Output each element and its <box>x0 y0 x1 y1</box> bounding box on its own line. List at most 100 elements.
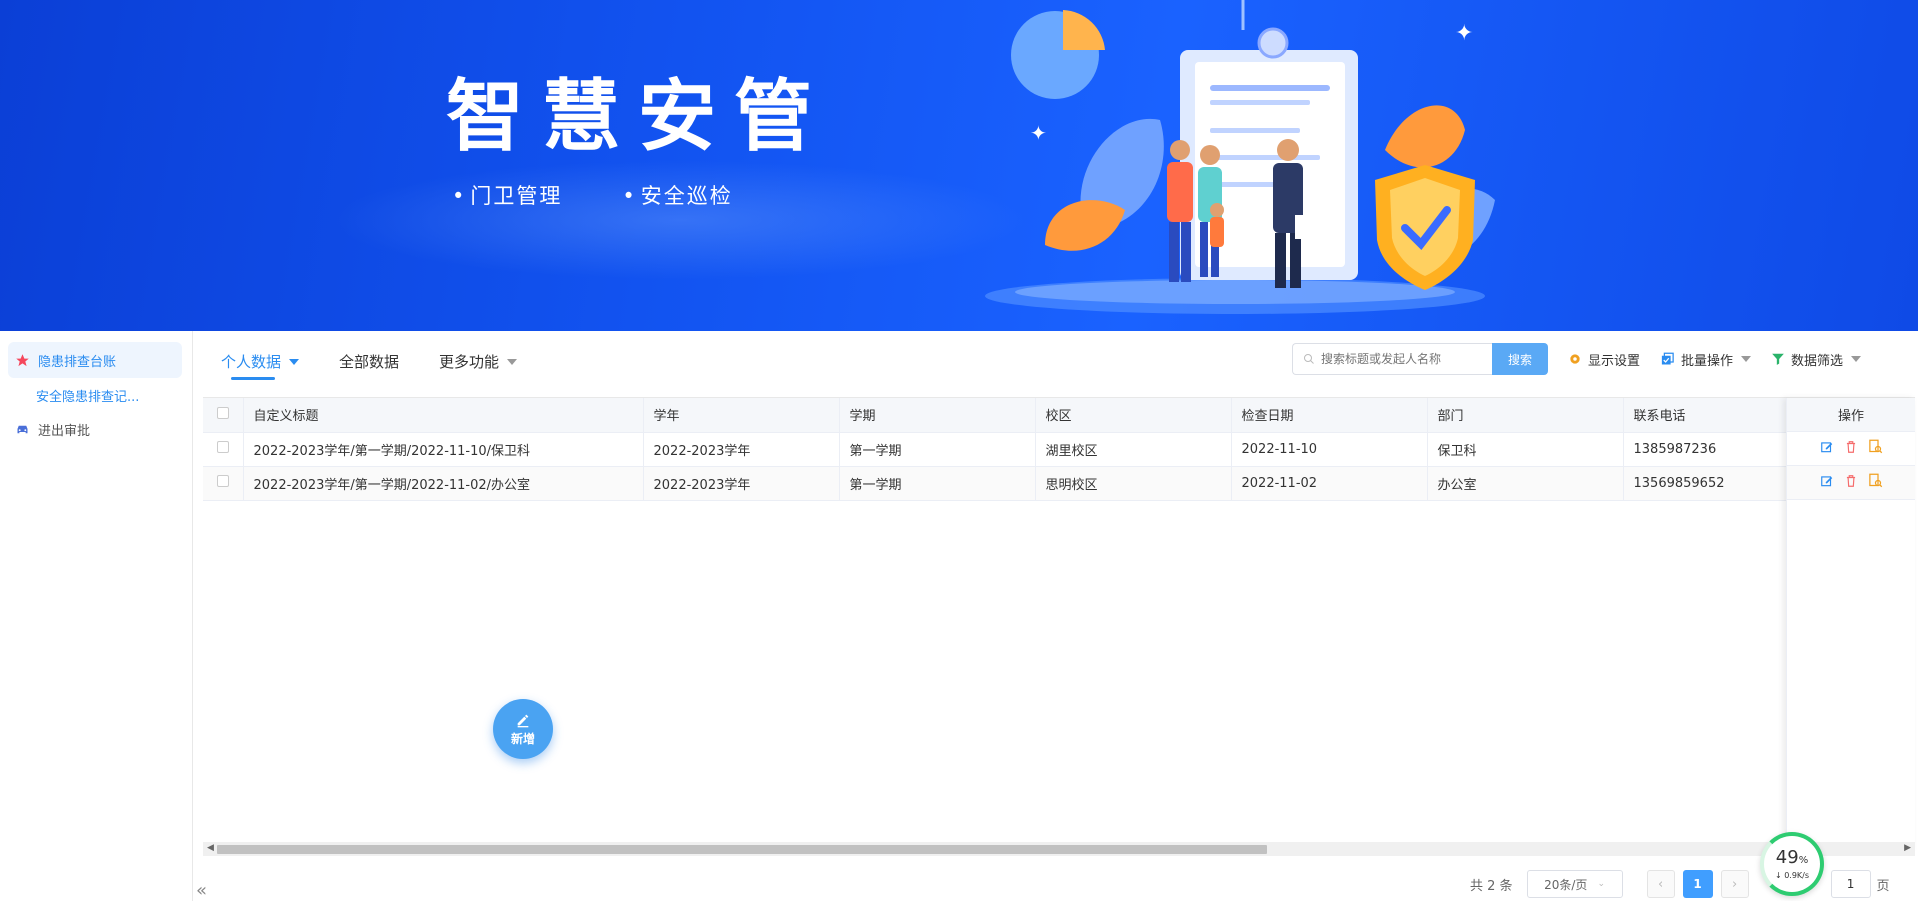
column-header[interactable]: 学年 <box>643 398 840 433</box>
delete-icon[interactable] <box>1844 474 1858 492</box>
cell-year: 2022-2023学年 <box>643 432 840 467</box>
display-settings-button[interactable]: 显示设置 <box>1568 350 1640 369</box>
tab-more-functions[interactable]: 更多功能 <box>439 351 518 372</box>
cell-dept: 保卫科 <box>1427 432 1624 467</box>
tab-all-data[interactable]: 全部数据 <box>339 351 399 372</box>
add-new-label: 新增 <box>510 731 535 746</box>
page-number-current[interactable]: 1 <box>1682 870 1713 898</box>
svg-text:✦: ✦ <box>1030 121 1047 145</box>
pagination: 共 2 条 20条/页 ⌄ ‹ 1 › 1 页 <box>1470 870 1890 898</box>
svg-text:✦: ✦ <box>1455 21 1473 46</box>
percent-value: 49 <box>1775 847 1799 868</box>
network-speed-widget[interactable]: 49% ↓ 0.9K/s <box>1760 832 1824 896</box>
banner-subtitle: 门卫管理 <box>452 180 562 210</box>
view-record-icon[interactable] <box>1868 439 1883 458</box>
search-button[interactable]: 搜索 <box>1492 343 1548 375</box>
cell-campus: 思明校区 <box>1035 466 1232 501</box>
chevron-down-icon: ⌄ <box>1597 879 1605 889</box>
sidebar-subitem-hazard-records[interactable]: 安全隐患排查记... <box>36 385 139 405</box>
page-jump-input[interactable]: 1 <box>1830 870 1871 898</box>
add-new-button[interactable]: 新增 <box>493 699 553 759</box>
table-header-row: 自定义标题 学年 学期 校区 检查日期 部门 联系电话 <box>203 398 1820 433</box>
star-icon <box>14 352 30 368</box>
table-row[interactable]: 2022-2023学年/第一学期/2022-11-02/办公室 2022-202… <box>203 466 1820 501</box>
chevron-left-icon: ‹ <box>1657 876 1664 892</box>
page-size-select[interactable]: 20条/页 ⌄ <box>1526 870 1623 898</box>
banner-subtitle: 安全巡检 <box>622 180 732 210</box>
data-filter-button[interactable]: 数据筛选 <box>1771 350 1862 369</box>
network-percent: 49% <box>1776 848 1808 871</box>
batch-icon <box>1660 352 1675 367</box>
cell-title: 2022-2023学年/第一学期/2022-11-10/保卫科 <box>243 432 644 467</box>
search-icon <box>1304 354 1314 364</box>
cell-term: 第一学期 <box>839 466 1036 501</box>
column-header[interactable]: 学期 <box>839 398 1036 433</box>
cell-date: 2022-11-10 <box>1231 432 1428 467</box>
banner-subtitles: 门卫管理 安全巡检 <box>452 180 733 210</box>
page-suffix: 页 <box>1876 878 1890 894</box>
ops-column: 操作 <box>1786 398 1915 850</box>
column-header[interactable]: 自定义标题 <box>243 398 644 433</box>
batch-ops-button[interactable]: 批量操作 <box>1660 350 1752 369</box>
delete-icon[interactable] <box>1844 440 1858 458</box>
banner-illustration: ✦ ✦ <box>985 0 1495 314</box>
edit-icon[interactable] <box>1820 440 1834 458</box>
network-speed: ↓ 0.9K/s <box>1774 871 1810 880</box>
ops-row <box>1787 432 1915 466</box>
sidebar-item-label: 进出审批 <box>38 423 91 439</box>
tab-label: 更多功能 <box>439 353 500 371</box>
sidebar-item-label: 隐患排查台账 <box>38 354 117 370</box>
chevron-down-icon <box>1851 356 1862 362</box>
table-row[interactable]: 2022-2023学年/第一学期/2022-11-10/保卫科 2022-202… <box>203 432 1820 467</box>
search-box <box>1292 343 1492 375</box>
row-checkbox[interactable] <box>216 441 229 453</box>
scroll-right-icon[interactable]: ▶ <box>1904 843 1911 853</box>
banner: 智慧安管 门卫管理 安全巡检 ✦ ✦ <box>0 0 1918 331</box>
select-all-cell[interactable] <box>203 398 244 433</box>
chevron-right-icon: › <box>1731 876 1738 892</box>
sidebar-item-hazard-ledger[interactable]: 隐患排查台账 <box>8 342 182 378</box>
ops-header: 操作 <box>1787 398 1915 432</box>
gear-icon <box>1568 352 1582 366</box>
pencil-icon <box>517 714 529 727</box>
filter-icon <box>1771 352 1785 366</box>
car-icon <box>14 421 30 437</box>
chevron-down-icon <box>1741 356 1752 362</box>
sidebar-item-label: 安全隐患排查记... <box>36 389 140 405</box>
page-size-value: 20条/页 <box>1544 877 1588 892</box>
cell-title: 2022-2023学年/第一学期/2022-11-02/办公室 <box>243 466 644 501</box>
tab-label: 个人数据 <box>221 353 282 371</box>
banner-title: 智慧安管 <box>446 72 831 162</box>
toolbar: 搜索 显示设置 批量操作 数据筛选 <box>1292 343 1862 375</box>
row-select-cell[interactable] <box>203 432 244 467</box>
column-header[interactable]: 校区 <box>1035 398 1232 433</box>
prev-page-button[interactable]: ‹ <box>1646 870 1675 898</box>
cell-year: 2022-2023学年 <box>643 466 840 501</box>
scroll-left-icon[interactable]: ◀ <box>207 843 214 853</box>
row-select-cell[interactable] <box>203 466 244 501</box>
data-table: 自定义标题 学年 学期 校区 检查日期 部门 联系电话 2022-2023学年/… <box>203 397 1915 850</box>
search-input[interactable] <box>1321 352 1491 366</box>
cell-dept: 办公室 <box>1427 466 1624 501</box>
tab-bar: 个人数据 全部数据 更多功能 <box>221 351 557 380</box>
cell-date: 2022-11-02 <box>1231 466 1428 501</box>
percent-unit: % <box>1798 855 1809 866</box>
sidebar: 隐患排查台账 安全隐患排查记... 进出审批 <box>0 331 193 901</box>
total-count: 共 2 条 <box>1470 878 1513 894</box>
column-header[interactable]: 部门 <box>1427 398 1624 433</box>
horizontal-scrollbar[interactable]: ◀ ▶ <box>203 842 1915 856</box>
cell-campus: 湖里校区 <box>1035 432 1232 467</box>
display-settings-label: 显示设置 <box>1588 353 1641 369</box>
batch-ops-label: 批量操作 <box>1681 353 1734 369</box>
select-all-checkbox[interactable] <box>216 406 229 419</box>
tab-label: 全部数据 <box>339 353 400 371</box>
row-checkbox[interactable] <box>216 475 229 487</box>
chevron-down-icon <box>507 358 518 365</box>
tab-personal-data[interactable]: 个人数据 <box>221 351 300 380</box>
next-page-button[interactable]: › <box>1720 870 1749 898</box>
scrollbar-thumb[interactable] <box>217 845 1267 854</box>
edit-icon[interactable] <box>1820 474 1834 492</box>
column-header[interactable]: 检查日期 <box>1231 398 1428 433</box>
sidebar-item-entry-approval[interactable]: 进出审批 <box>14 419 90 439</box>
view-record-icon[interactable] <box>1868 473 1883 492</box>
